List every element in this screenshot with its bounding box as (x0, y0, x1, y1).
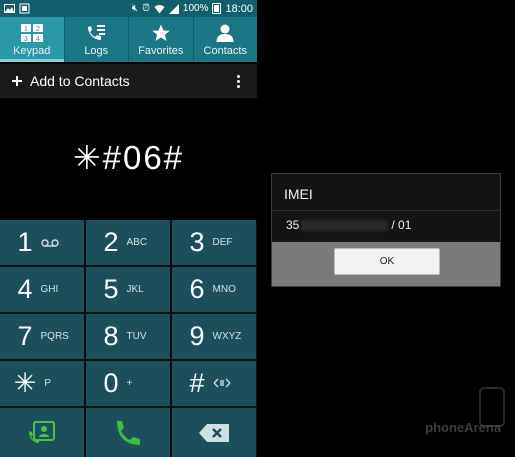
watermark: phoneArena (425, 420, 501, 435)
battery-percent: 100% (182, 3, 209, 14)
call-button[interactable] (86, 408, 170, 457)
key-4-digit: 4 (17, 274, 33, 304)
dial-keypad: 1 2 ABC 3 DEF 4 GHI 5 JKL 6 MNO 7 PQRS 8… (0, 220, 257, 457)
more-options-icon[interactable] (231, 74, 245, 88)
tab-bar: 1 2 3 4 Keypad Logs Favorites Contacts (0, 17, 257, 62)
mute-icon: 🔇︎ (131, 3, 139, 14)
key-3-digit: 3 (189, 227, 205, 257)
key-9-letters: WXYZ (212, 331, 242, 342)
key-8[interactable]: 8 TUV (86, 314, 170, 359)
pause-wait-icon (213, 376, 239, 391)
key-hash-symbol: # (189, 368, 205, 398)
key-6[interactable]: 6 MNO (172, 267, 256, 312)
key-4-letters: GHI (40, 284, 59, 295)
add-contact-button[interactable] (0, 408, 84, 457)
svg-text:3: 3 (24, 36, 28, 42)
key-1-digit: 1 (17, 227, 33, 257)
key-8-digit: 8 (103, 321, 119, 351)
imei-prefix: 35 (286, 218, 300, 232)
key-hash[interactable]: # (172, 361, 256, 406)
key-0-digit: 0 (103, 368, 119, 398)
imei-redacted (301, 219, 389, 231)
key-9-digit: 9 (189, 321, 205, 351)
battery-icon (212, 3, 222, 14)
imei-value: 35 / 01 (286, 218, 411, 232)
key-7-letters: PQRS (40, 331, 69, 342)
plus-icon (12, 76, 22, 86)
tab-keypad-label: Keypad (13, 44, 51, 57)
dialog-footer: OK (272, 242, 500, 286)
imei-dialog: IMEI 35 / 01 OK (271, 173, 501, 287)
dialed-number: ✳#06# (72, 139, 185, 176)
keypad-icon: 1 2 3 4 (20, 23, 43, 42)
key-0[interactable]: 0 + (86, 361, 170, 406)
key-0-sub: + (126, 378, 133, 389)
tab-favorites[interactable]: Favorites (129, 17, 194, 62)
key-2[interactable]: 2 ABC (86, 220, 170, 265)
ok-button[interactable]: OK (334, 248, 440, 275)
key-star-sub: P (44, 378, 51, 389)
person-icon (216, 24, 234, 42)
key-2-letters: ABC (126, 237, 148, 248)
imei-suffix: / 01 (391, 218, 412, 232)
logs-icon (88, 24, 106, 40)
key-7-digit: 7 (17, 321, 33, 351)
notification-icon (19, 3, 30, 14)
key-8-letters: TUV (126, 331, 147, 342)
key-9[interactable]: 9 WXYZ (172, 314, 256, 359)
svg-text:4: 4 (36, 36, 40, 42)
key-star[interactable]: ✳ P (0, 361, 84, 406)
tab-logs[interactable]: Logs (65, 17, 129, 62)
tab-logs-label: Logs (84, 44, 109, 57)
dialog-divider (272, 210, 500, 211)
clock: 18:00 (225, 2, 253, 15)
alarm-icon: ⏰︎ (142, 3, 150, 14)
status-bar: 🔇︎ ⏰︎ 100% 18:00 (0, 0, 257, 17)
tab-favorites-label: Favorites (138, 44, 184, 57)
tab-keypad[interactable]: 1 2 3 4 Keypad (0, 17, 65, 62)
backspace-icon (199, 423, 229, 442)
key-2-digit: 2 (103, 227, 119, 257)
key-4[interactable]: 4 GHI (0, 267, 84, 312)
tab-contacts-label: Contacts (203, 44, 247, 57)
svg-text:2: 2 (36, 26, 40, 33)
key-6-letters: MNO (212, 284, 236, 295)
key-3-letters: DEF (212, 237, 233, 248)
backspace-button[interactable] (172, 408, 256, 457)
signal-icon (168, 3, 179, 14)
contact-card-icon (29, 420, 55, 443)
svg-text:1: 1 (24, 26, 28, 33)
key-5-letters: JKL (126, 284, 144, 295)
key-7[interactable]: 7 PQRS (0, 314, 84, 359)
key-6-digit: 6 (189, 274, 205, 304)
key-5[interactable]: 5 JKL (86, 267, 170, 312)
add-to-contacts-row[interactable]: Add to Contacts (0, 64, 257, 98)
voicemail-icon (40, 235, 67, 250)
phone-call-icon (117, 420, 140, 445)
photo-icon (4, 4, 15, 13)
key-star-symbol: ✳ (13, 368, 37, 398)
key-3[interactable]: 3 DEF (172, 220, 256, 265)
star-icon (151, 24, 170, 41)
key-1[interactable]: 1 (0, 220, 84, 265)
phone-screen: 🔇︎ ⏰︎ 100% 18:00 1 2 3 4 Keypad Logs Fav… (0, 0, 257, 457)
add-to-contacts-label: Add to Contacts (30, 73, 130, 89)
wifi-icon (154, 4, 165, 13)
tab-contacts[interactable]: Contacts (194, 17, 258, 62)
dialog-title: IMEI (284, 186, 313, 202)
key-5-digit: 5 (103, 274, 119, 304)
